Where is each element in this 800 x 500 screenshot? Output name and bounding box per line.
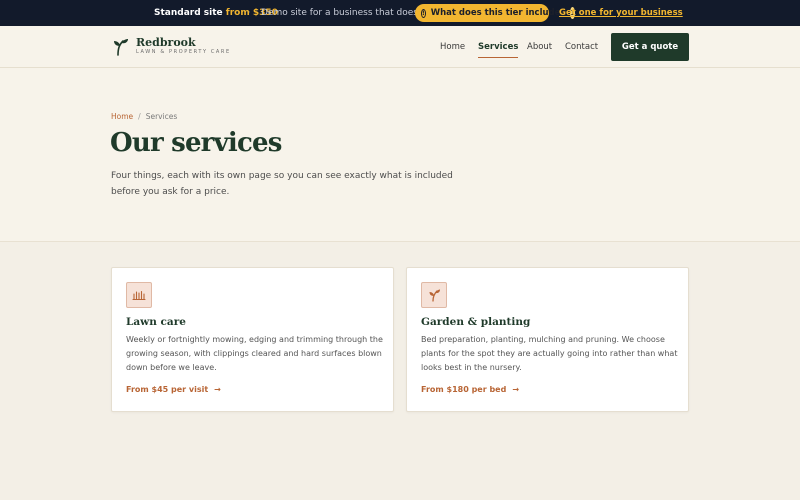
tier-info-label: What does this tier include? <box>430 8 566 18</box>
hero-section: Home / Services Our services Four things, … <box>0 68 800 242</box>
brand-tagline: LAWN & PROPERTY CARE <box>136 49 231 55</box>
get-quote-button[interactable]: Get a quote <box>611 33 689 61</box>
page-subtitle: Four things, each with its own page so y… <box>111 171 453 197</box>
promo-bar: Standard site from $350 · Demo site for … <box>0 0 800 26</box>
site-header: Redbrook LAWN & PROPERTY CARE Home Servi… <box>0 26 800 68</box>
breadcrumb: Home / Services <box>111 112 177 121</box>
tier-info-button[interactable]: ! What does this tier include? 1 <box>415 4 576 22</box>
service-title: Lawn care <box>126 316 186 328</box>
service-card-lawn-care[interactable]: Lawn care Weekly or fortnightly mowing, … <box>111 267 394 412</box>
nav-contact[interactable]: Contact <box>565 26 598 68</box>
sprout-icon <box>421 282 447 308</box>
service-card-garden-planting[interactable]: Garden & planting Bed preparation, plant… <box>406 267 689 412</box>
page-title: Our services <box>110 128 282 158</box>
service-description: Bed preparation, planting, mulching and … <box>421 335 678 373</box>
service-title: Garden & planting <box>421 316 531 328</box>
info-icon: ! <box>421 8 426 18</box>
arrow-right-icon: → <box>214 385 221 394</box>
breadcrumb-separator: / <box>138 112 141 121</box>
service-price: From $180 per bed <box>421 385 507 394</box>
get-one-link[interactable]: Get one for your business <box>559 0 683 26</box>
breadcrumb-current: Services <box>145 112 178 121</box>
service-price-link[interactable]: From $45 per visit → <box>126 385 221 394</box>
nav-about[interactable]: About <box>527 26 552 68</box>
brand-name[interactable]: Redbrook <box>136 36 196 49</box>
service-price-link[interactable]: From $180 per bed → <box>421 385 519 394</box>
nav-home[interactable]: Home <box>440 26 465 68</box>
breadcrumb-home[interactable]: Home <box>111 112 133 121</box>
service-price: From $45 per visit <box>126 385 209 394</box>
tier-label: Standard site from $350 <box>154 8 278 18</box>
service-description: Weekly or fortnightly mowing, edging and… <box>126 335 383 373</box>
arrow-right-icon: → <box>512 385 520 394</box>
nav-services[interactable]: Services <box>478 26 519 68</box>
leaf-logo-icon <box>114 39 128 56</box>
grass-icon <box>126 282 152 308</box>
separator-dot: · <box>248 8 251 18</box>
